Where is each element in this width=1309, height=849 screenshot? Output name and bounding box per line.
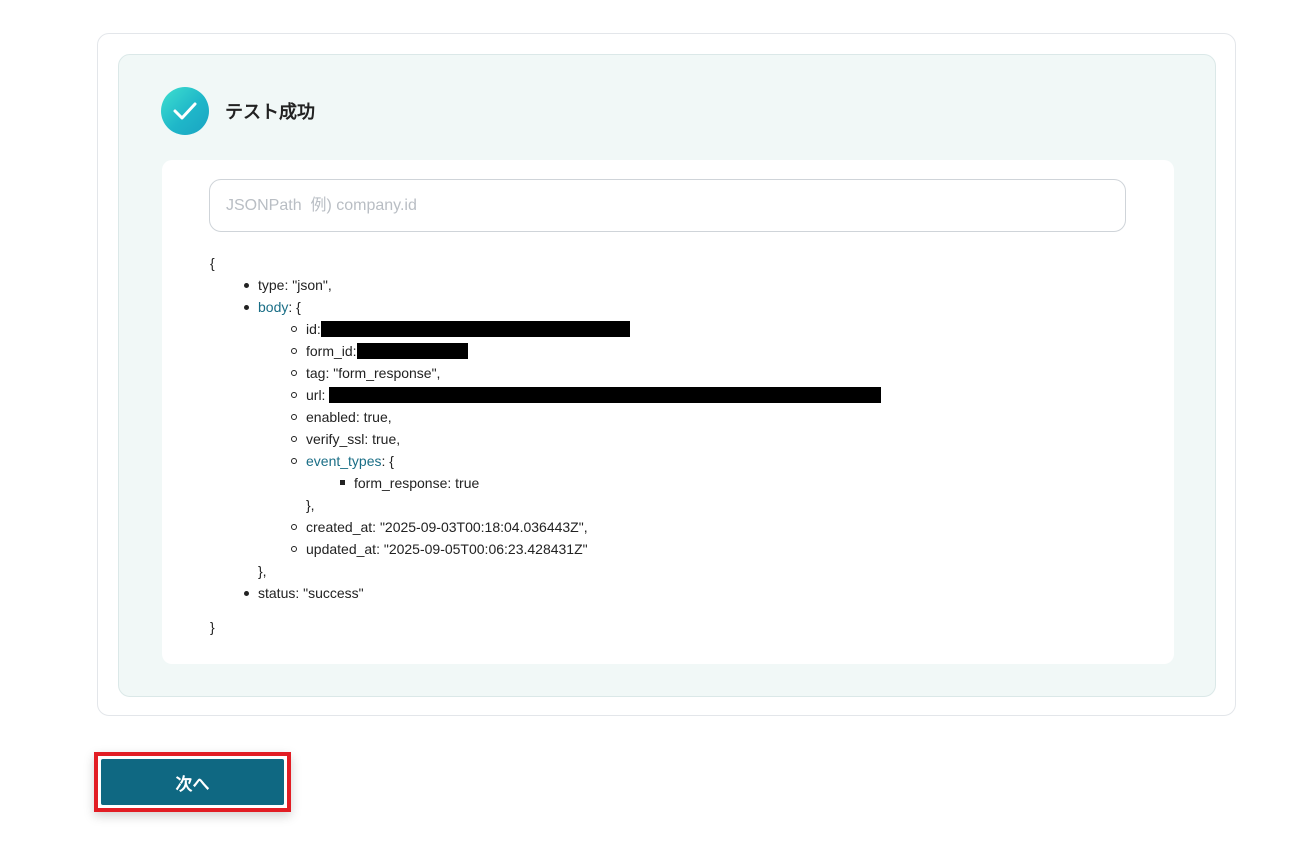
json-item-id: id: [258,318,881,340]
next-button-highlight: 次へ [94,752,291,812]
json-item-type: type: "json", [210,274,881,296]
json-item-body: body: { id: form_id: tag: "form_response… [210,296,882,582]
event-types-list: form_response: true [306,472,881,494]
json-item-verify-ssl: verify_ssl: true, [258,428,881,450]
test-result-panel: テスト成功 { type: "json", body: { id: [118,54,1216,697]
body-list: id: form_id: tag: "form_response", url: [258,318,882,560]
test-result-card: テスト成功 { type: "json", body: { id: [97,33,1236,716]
json-item-form-response: form_response: true [306,472,881,494]
event-types-close: }, [306,497,315,513]
json-close-brace: } [210,619,215,635]
check-icon [161,87,209,135]
next-button[interactable]: 次へ [101,759,284,805]
json-item-enabled: enabled: true, [258,406,881,428]
redacted-url [329,387,882,403]
json-output-box: { type: "json", body: { id: form_id: [162,160,1174,664]
status-label: テスト成功 [225,102,315,122]
event-types-key-link[interactable]: event_types [306,453,382,469]
json-open-brace: { [210,255,215,271]
json-item-event-types: event_types: { form_response: true }, [258,450,881,516]
json-item-tag: tag: "form_response", [258,362,881,384]
json-item-status: status: "success" [210,582,881,604]
json-item-form-id: form_id: [258,340,881,362]
json-root-list: type: "json", body: { id: form_id: tag: … [210,274,882,604]
json-item-updated-at: updated_at: "2025-09-05T00:06:23.428431Z… [258,538,881,560]
json-item-url: url: [258,384,882,406]
redacted-form-id [356,343,468,359]
json-tree: { type: "json", body: { id: form_id: tag… [210,252,882,638]
json-item-created-at: created_at: "2025-09-03T00:18:04.036443Z… [258,516,881,538]
status-row: テスト成功 [161,87,315,135]
body-key-link[interactable]: body [258,299,288,315]
jsonpath-input[interactable] [209,179,1126,232]
body-close: }, [258,563,267,579]
redacted-id [320,321,630,337]
